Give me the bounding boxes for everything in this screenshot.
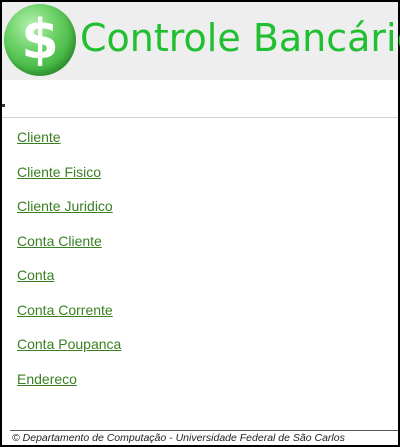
decorative-dot [2, 104, 5, 107]
list-item: Conta Corrente [17, 300, 121, 335]
list-item: Conta Cliente [17, 231, 121, 266]
list-item: Cliente [17, 127, 121, 162]
list-item: Endereco [17, 369, 121, 404]
header-divider [2, 117, 398, 118]
footer-divider [10, 430, 398, 431]
page-header: $ Controle Bancário [2, 2, 400, 80]
link-conta-poupanca[interactable]: Conta Poupanca [17, 334, 121, 354]
link-cliente[interactable]: Cliente [17, 127, 61, 147]
dollar-sign-icon: $ [4, 4, 76, 76]
link-endereco[interactable]: Endereco [17, 369, 77, 389]
logo-glyph: $ [21, 8, 59, 71]
link-conta[interactable]: Conta [17, 265, 54, 285]
list-item: Cliente Fisico [17, 162, 121, 197]
app-window: $ Controle Bancário Cliente Cliente Fisi… [0, 0, 400, 447]
entity-menu: Cliente Cliente Fisico Cliente Juridico … [17, 127, 121, 403]
list-item: Conta Poupanca [17, 334, 121, 369]
page-title: Controle Bancário [80, 16, 400, 60]
link-conta-corrente[interactable]: Conta Corrente [17, 300, 113, 320]
footer-text: © Departamento de Computação - Universid… [12, 432, 345, 444]
link-cliente-fisico[interactable]: Cliente Fisico [17, 162, 101, 182]
link-cliente-juridico[interactable]: Cliente Juridico [17, 196, 113, 216]
list-item: Cliente Juridico [17, 196, 121, 231]
list-item: Conta [17, 265, 121, 300]
link-conta-cliente[interactable]: Conta Cliente [17, 231, 102, 251]
